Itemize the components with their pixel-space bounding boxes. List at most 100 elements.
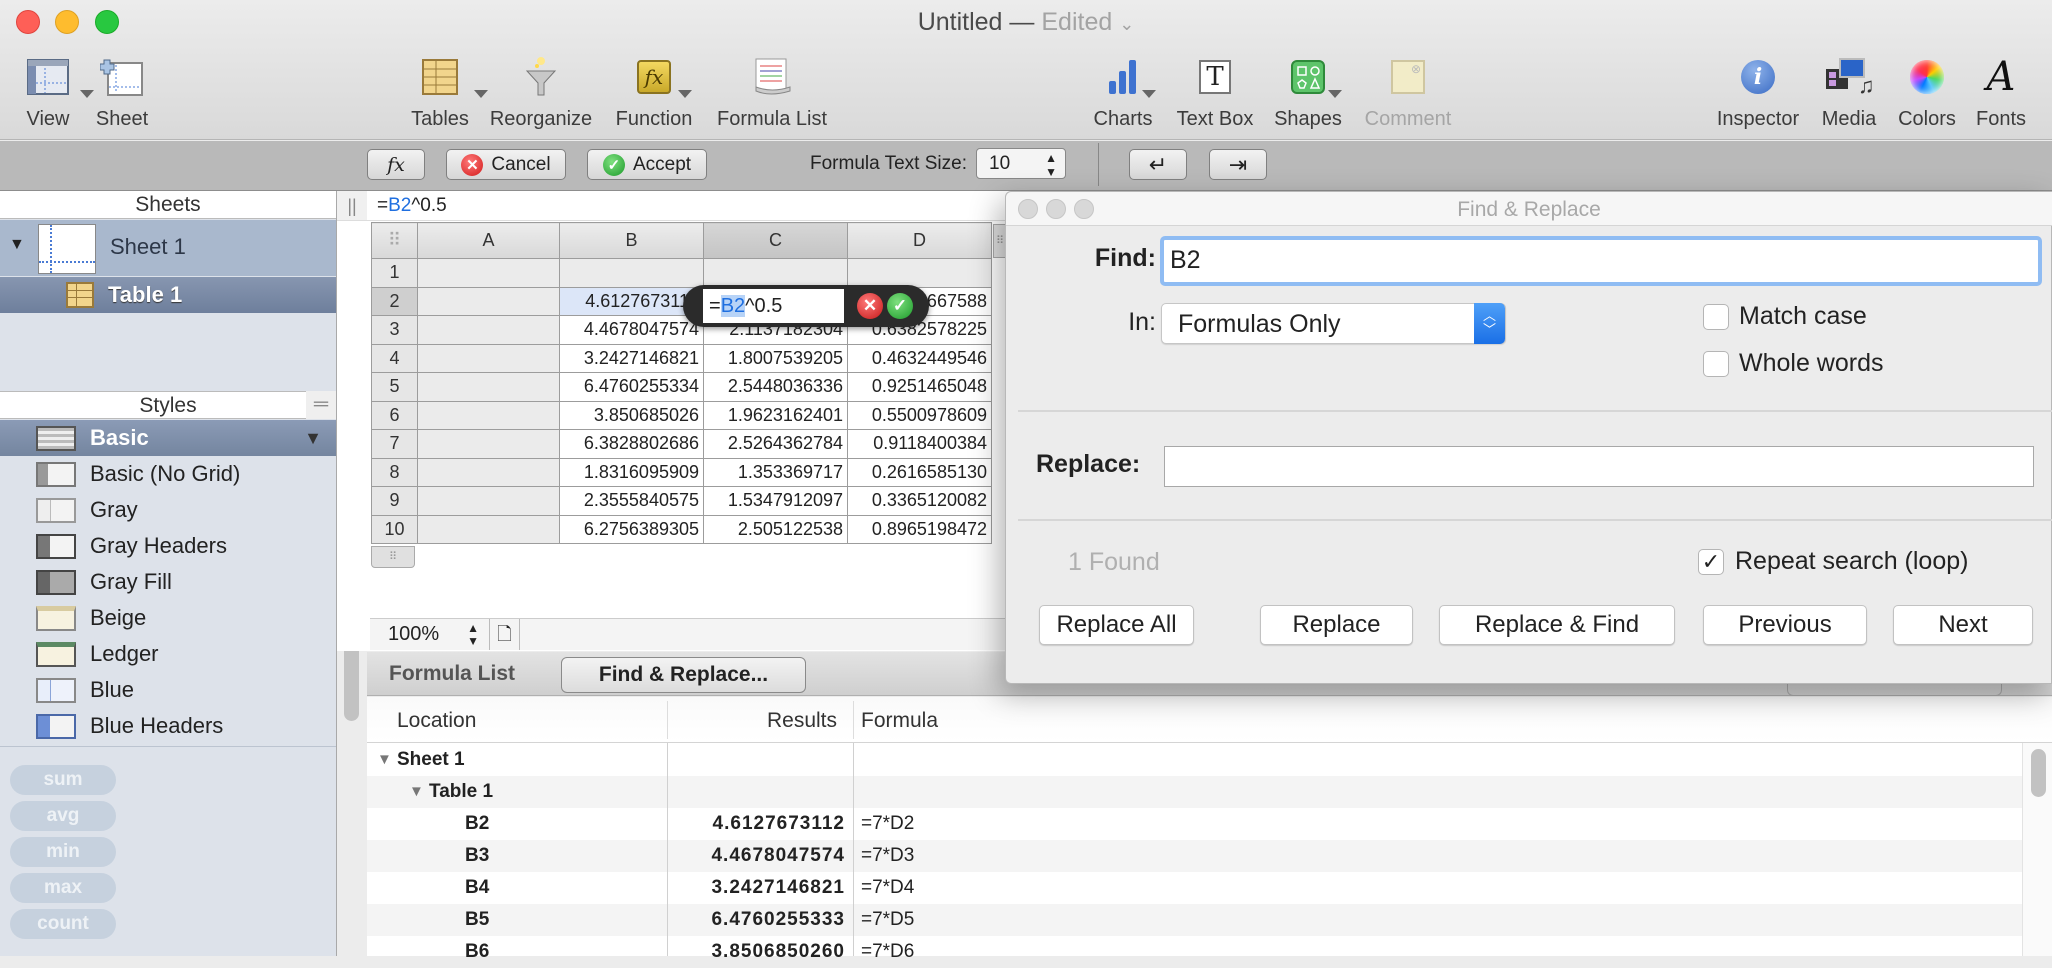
zoom-select[interactable]: 100% ▲ ▼ [370,619,490,650]
row-header-6[interactable]: 6 [371,400,418,430]
cell-d1[interactable] [847,258,992,288]
cell-b8[interactable]: 1.8316095909 [559,457,704,487]
list-item[interactable]: B4 3.2427146821 =7*D4 [367,872,2022,904]
cell-b5[interactable]: 6.4760255334 [559,372,704,402]
return-button[interactable]: ↵ [1129,149,1187,180]
cell-b6[interactable]: 3.850685026 [559,400,704,430]
add-row-handle[interactable]: ⠿ [371,546,415,568]
quick-calc-avg[interactable]: avg [10,801,116,831]
replace-all-button[interactable]: Replace All [1039,605,1194,645]
chevron-down-icon[interactable]: ▼ [304,428,322,449]
cell-b7[interactable]: 6.3828802686 [559,429,704,459]
colors-button[interactable]: Colors [1894,52,1960,131]
cancel-edit-icon[interactable]: ✕ [857,293,883,319]
quick-calc-max[interactable]: max [10,873,116,903]
tables-button[interactable]: Tables [408,52,488,131]
quick-calc-min[interactable]: min [10,837,116,867]
column-header-c[interactable]: C [703,222,848,259]
view-button[interactable]: View [18,52,94,131]
list-item[interactable]: B3 4.4678047574 =7*D3 [367,840,2022,872]
style-item-basic[interactable]: Basic ▼ [0,420,336,456]
cell-c10[interactable]: 2.505122538 [703,514,848,544]
quick-calc-sum[interactable]: sum [10,765,116,795]
scrollbar-thumb[interactable] [2031,749,2046,797]
list-item[interactable]: B6 3.8506850260 =7*D6 [367,936,2022,968]
cell-a4[interactable] [417,343,560,373]
formula-list-scrollbar[interactable] [2022,743,2052,956]
column-header-location[interactable]: Location [397,709,476,733]
cell-a5[interactable] [417,372,560,402]
charts-button[interactable]: Charts [1090,52,1156,131]
cell-b4[interactable]: 3.2427146821 [559,343,704,373]
next-button[interactable]: Next [1893,605,2033,645]
table-select-handle[interactable]: ⠿ [371,222,418,259]
cell-c7[interactable]: 2.5264362784 [703,429,848,459]
cell-d4[interactable]: 0.4632449546 [847,343,992,373]
table-item-table-1[interactable]: Table 1 [0,277,336,313]
cell-c5[interactable]: 2.5448036336 [703,372,848,402]
style-item-basic-no-grid[interactable]: Basic (No Grid) [0,456,336,492]
cell-a9[interactable] [417,486,560,516]
cell-c1[interactable] [703,258,848,288]
find-replace-button[interactable]: Find & Replace... [561,657,806,693]
quick-calc-count[interactable]: count [10,909,116,939]
style-item-ledger[interactable]: Ledger [0,636,336,672]
inspector-button[interactable]: i Inspector [1712,52,1804,131]
row-header-8[interactable]: 8 [371,457,418,487]
function-button[interactable]: fx Function [612,52,696,131]
panel-divider-handle[interactable]: ═ [306,391,336,419]
formula-display[interactable]: =B2^0.5 [367,191,1007,221]
formula-text-size-stepper[interactable]: 10 ▲ ▼ [976,148,1066,179]
accept-button[interactable]: ✓ Accept [587,149,707,180]
cancel-button[interactable]: ✕ Cancel [446,149,566,180]
style-item-beige[interactable]: Beige [0,600,336,636]
cell-d6[interactable]: 0.5500978609 [847,400,992,430]
row-header-7[interactable]: 7 [371,429,418,459]
column-header-a[interactable]: A [417,222,560,259]
text-box-button[interactable]: T Text Box [1172,52,1258,131]
cell-b1[interactable] [559,258,704,288]
style-item-blue-headers[interactable]: Blue Headers [0,708,336,744]
row-header-4[interactable]: 4 [371,343,418,373]
cell-c4[interactable]: 1.8007539205 [703,343,848,373]
disclosure-triangle-icon[interactable]: ▼ [377,744,392,776]
add-sheet-button[interactable]: Sheet [92,52,152,131]
function-browser-button[interactable]: fx [367,149,425,180]
cell-c8[interactable]: 1.353369717 [703,457,848,487]
disclosure-triangle-icon[interactable]: ▼ [409,776,424,808]
style-item-gray-fill[interactable]: Gray Fill [0,564,336,600]
list-item[interactable]: B2 4.6127673112 =7*D2 [367,808,2022,840]
column-header-results[interactable]: Results [667,709,837,733]
disclosure-triangle-icon[interactable]: ▼ [9,236,25,254]
row-header-5[interactable]: 5 [371,372,418,402]
find-input[interactable]: B2 [1160,236,2042,286]
cell-d9[interactable]: 0.3365120082 [847,486,992,516]
cell-a3[interactable] [417,315,560,345]
column-header-d[interactable]: D [847,222,992,259]
in-select[interactable]: Formulas Only ︿ ﹀ [1161,303,1506,344]
cell-a8[interactable] [417,457,560,487]
replace-button[interactable]: Replace [1260,605,1413,645]
cell-d8[interactable]: 0.2616585130 [847,457,992,487]
spreadsheet-table[interactable]: ⠿ A B C D 1 2 4.6127673112 0.6589667588 3 4.467804… [371,222,992,544]
previous-button[interactable]: Previous [1703,605,1867,645]
row-header-9[interactable]: 9 [371,486,418,516]
column-header-formula[interactable]: Formula [861,709,938,733]
match-case-checkbox[interactable] [1703,304,1729,330]
row-header-3[interactable]: 3 [371,315,418,345]
formula-list-group-table[interactable]: ▼ Table 1 [367,776,2022,808]
whole-words-checkbox[interactable] [1703,351,1729,377]
cell-b2[interactable]: 4.6127673112 [559,286,704,316]
cell-a1[interactable] [417,258,560,288]
accept-edit-icon[interactable]: ✓ [887,293,913,319]
cell-editor-input[interactable]: =B2^0.5 [703,289,844,323]
comment-button[interactable]: ⊗ Comment [1360,52,1456,131]
cell-d7[interactable]: 0.9118400384 [847,429,992,459]
style-item-gray[interactable]: Gray [0,492,336,528]
page-view-icon[interactable]: 🗋 [490,619,520,650]
list-item[interactable]: B5 6.4760255333 =7*D5 [367,904,2022,936]
cell-d5[interactable]: 0.9251465048 [847,372,992,402]
shapes-button[interactable]: Shapes [1272,52,1344,131]
cell-a2[interactable] [417,286,560,316]
cell-b10[interactable]: 6.2756389305 [559,514,704,544]
